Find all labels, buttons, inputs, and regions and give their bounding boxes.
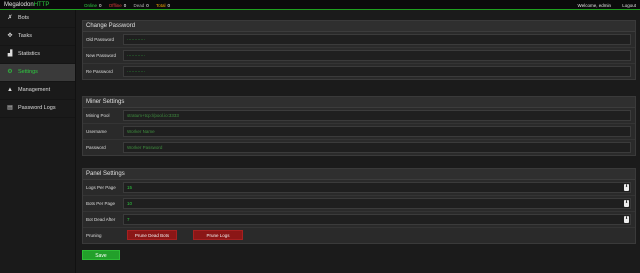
main-content: Change Password Old Password ···········… [78,12,640,273]
header-right: Welcome, edmin Logout [578,3,636,8]
tasks-icon: ✥ [7,33,13,39]
bots-per-page-row: Bots Per Page 10 ⬍ [83,196,635,212]
sidebar-item-management[interactable]: ▲ Management [0,82,75,100]
stat-offline-label: Offline [108,2,122,8]
stat-online-value: 0 [99,2,102,8]
new-password-label: New Password [86,53,117,58]
statistics-icon: ▟ [7,51,13,57]
old-password-row: Old Password ············ [83,32,635,48]
panel-settings-panel: Panel Settings Logs Per Page 15 ⬍ Bots P… [82,168,636,244]
sidebar-item-label: Statistics [18,51,41,57]
stat-dead-value: 0 [146,2,149,8]
spinner-icon[interactable]: ⬍ [624,184,629,191]
top-bar: MegalodonHTTP Online 0 Offline 0 Dead 0 Tot… [0,0,640,10]
change-password-panel: Change Password Old Password ···········… [82,20,636,80]
logs-per-page-input[interactable]: 15 [123,182,631,193]
sidebar: ✗ Bots ✥ Tasks ▟ Statistics ⚙ Settings ▲… [0,10,76,273]
bots-icon: ✗ [7,15,13,21]
sidebar-item-password-logs[interactable]: ▤ Password Logs [0,100,75,118]
panel-title: Miner Settings [83,97,635,108]
worker-password-label: Password [86,145,106,150]
panel-title: Panel Settings [83,169,635,180]
logs-per-page-label: Logs Per Page [86,185,116,190]
prune-logs-button[interactable]: Prune Logs [193,230,243,240]
stat-online: Online 0 [84,3,102,8]
stat-offline: Offline 0 [109,3,126,8]
brand-accent: HTTP [33,2,50,8]
bot-dead-after-row: Bot Dead After 7 ⬍ [83,212,635,228]
spinner-icon[interactable]: ⬍ [624,200,629,207]
stat-dead-label: Dead [133,2,145,8]
sidebar-item-label: Password Logs [18,105,56,111]
miner-settings-panel: Miner Settings Mining Pool stratum+tcp:/… [82,96,636,156]
username-input[interactable]: Worker Name [123,126,631,137]
stat-online-label: Online [84,2,98,8]
old-password-label: Old Password [86,37,115,42]
bot-dead-after-input[interactable]: 7 [123,214,631,225]
password-logs-icon: ▤ [7,105,13,111]
bot-stats: Online 0 Offline 0 Dead 0 Total 0 [84,3,176,8]
sidebar-item-label: Tasks [18,33,33,39]
settings-icon: ⚙ [7,69,13,75]
stat-dead: Dead 0 [134,3,149,8]
welcome-text: Welcome, edmin [577,2,611,8]
pruning-label: Pruning [86,233,102,238]
pruning-row: Pruning Prune Dead Bots Prune Logs [83,228,635,243]
mining-pool-row: Mining Pool stratum+tcp://pool.io:3333 [83,108,635,124]
management-icon: ▲ [7,87,13,93]
bot-dead-after-label: Bot Dead After [86,217,116,222]
logout-link[interactable]: Logout [622,3,636,8]
bots-per-page-label: Bots Per Page [86,201,116,206]
username-row: Username Worker Name [83,124,635,140]
mining-pool-label: Mining Pool [86,113,110,118]
bots-per-page-input[interactable]: 10 [123,198,631,209]
worker-password-row: Password Worker Password [83,140,635,155]
brand-logo: MegalodonHTTP [4,2,49,8]
sidebar-item-label: Management [18,87,51,93]
save-button[interactable]: Save [82,250,120,260]
new-password-row: New Password ············ [83,48,635,64]
new-password-field[interactable]: ············ [123,50,631,61]
sidebar-item-tasks[interactable]: ✥ Tasks [0,28,75,46]
sidebar-item-settings[interactable]: ⚙ Settings [0,64,75,82]
stat-total-label: Total [155,2,166,8]
worker-password-input[interactable]: Worker Password [123,142,631,153]
spinner-icon[interactable]: ⬍ [624,216,629,223]
panel-title: Change Password [83,21,635,32]
old-password-field[interactable]: ············ [123,34,631,45]
re-password-label: Re Password [86,69,113,74]
stat-offline-value: 0 [123,2,127,8]
logs-per-page-row: Logs Per Page 15 ⬍ [83,180,635,196]
re-password-field[interactable]: ············ [123,66,631,77]
sidebar-item-bots[interactable]: ✗ Bots [0,10,75,28]
re-password-row: Re Password ············ [83,64,635,79]
sidebar-item-statistics[interactable]: ▟ Statistics [0,46,75,64]
sidebar-item-label: Bots [18,15,30,21]
stat-total: Total 0 [156,3,170,8]
mining-pool-input[interactable]: stratum+tcp://pool.io:3333 [123,110,631,121]
brand-name: Megalodon [4,2,34,8]
sidebar-item-label: Settings [18,69,38,75]
username-label: Username [86,129,107,134]
prune-dead-bots-button[interactable]: Prune Dead Bots [127,230,177,240]
stat-total-value: 0 [167,2,170,8]
